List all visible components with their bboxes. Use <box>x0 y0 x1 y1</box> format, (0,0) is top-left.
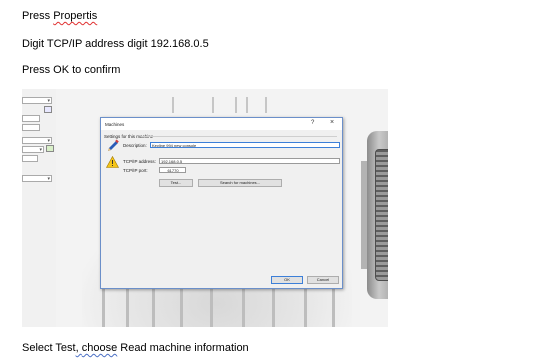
instruction-press-properties: Press Propertis <box>22 10 97 23</box>
chevron-down-icon: ▾ <box>47 138 50 144</box>
chevron-down-icon: ▾ <box>47 176 50 182</box>
left-combo[interactable] <box>22 124 40 131</box>
help-button[interactable]: ? <box>311 120 314 126</box>
left-combo[interactable]: ▾ <box>22 146 44 153</box>
instruction-enter-ip: Digit TCP/IP address digit 192.168.0.5 <box>22 38 209 50</box>
chevron-down-icon: ▾ <box>39 147 42 153</box>
ip-address-field[interactable]: 192.168.0.5 <box>159 158 340 164</box>
embedded-screenshot: ▾ ▾ ▾ ▾ Machines ? × Settings for this m… <box>22 89 388 327</box>
search-machines-button[interactable]: Search for machines... <box>198 179 282 187</box>
flagged-word: choose <box>81 342 118 354</box>
machines-dialog: Machines ? × Settings for this machine D… <box>100 117 343 289</box>
instruction-press-ok: Press OK to confirm <box>22 64 121 76</box>
dialog-titlebar: Machines ? × <box>101 118 342 130</box>
instruction-suffix: Read machine information <box>117 342 249 354</box>
left-combo[interactable]: ▾ <box>22 175 52 182</box>
instruction-prefix: Press <box>22 10 54 22</box>
cancel-button[interactable]: Cancel <box>307 276 339 284</box>
grammar-flagged-text: , choose <box>76 342 118 354</box>
toolbar-icon[interactable] <box>44 106 52 113</box>
left-panel: ▾ ▾ ▾ ▾ <box>22 89 56 327</box>
left-combo[interactable] <box>22 115 40 122</box>
key-blank-illustration <box>361 131 388 299</box>
left-combo[interactable] <box>22 155 38 162</box>
ok-button[interactable]: OK <box>271 276 303 284</box>
test-button[interactable]: Test... <box>159 179 193 187</box>
left-combo[interactable]: ▾ <box>22 97 52 104</box>
port-field[interactable]: 61770 <box>159 167 186 173</box>
chevron-down-icon: ▾ <box>47 98 50 104</box>
description-label: Description: <box>123 143 147 148</box>
left-combo[interactable]: ▾ <box>22 137 52 144</box>
misspelled-word: Propertis <box>53 10 98 22</box>
dialog-title: Machines <box>105 122 125 127</box>
close-button[interactable]: × <box>330 119 334 126</box>
instruction-select-test: Select Test, choose Read machine informa… <box>22 342 249 355</box>
port-label: TCP/IP port: <box>123 168 148 173</box>
description-field[interactable]: Keyline 994 new console <box>150 142 340 148</box>
group-divider <box>141 136 337 137</box>
toolbar-icon[interactable] <box>46 145 54 152</box>
instruction-prefix: Select Test <box>22 342 76 354</box>
ip-address-label: TCP/IP address: <box>123 159 156 164</box>
pencil-icon <box>108 139 119 151</box>
warning-icon <box>106 156 119 168</box>
